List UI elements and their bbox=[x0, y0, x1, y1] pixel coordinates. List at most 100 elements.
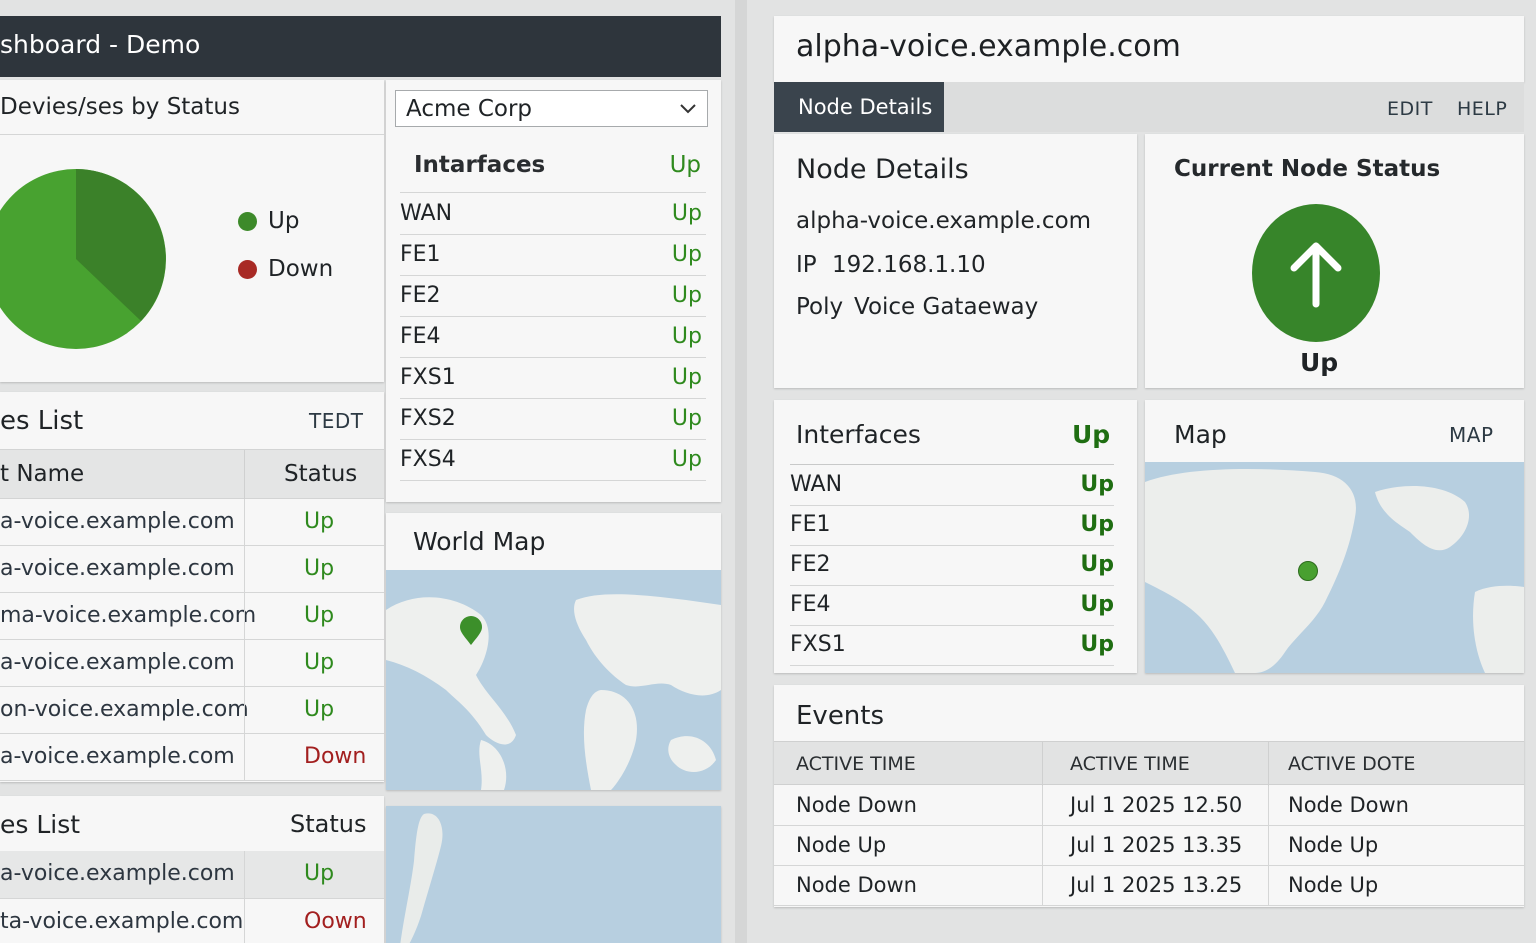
node-map[interactable] bbox=[1145, 462, 1524, 673]
node-status-value: Up bbox=[1300, 348, 1339, 377]
devices-list-col-status: Status bbox=[284, 461, 358, 487]
devices-list-card: es List TEDT t Name Status a-voice.examp… bbox=[0, 392, 384, 782]
device-hostname[interactable]: a-voice.example.com bbox=[0, 744, 235, 769]
node-details-card: Node Details alpha-voice.example.com IP … bbox=[774, 134, 1137, 388]
device-status: Up bbox=[304, 555, 335, 581]
devices-list-edit-link[interactable]: TEDT bbox=[309, 409, 363, 433]
event-name: Node Down bbox=[796, 793, 917, 817]
event-row[interactable]: Node Down Jul 1 2025 13.25 Node Up bbox=[774, 866, 1524, 906]
device-status: Up bbox=[304, 602, 335, 628]
status-up-badge bbox=[1252, 204, 1380, 342]
right-interface-row: FE2 Up bbox=[790, 546, 1114, 586]
node-map-land bbox=[1145, 469, 1524, 673]
interface-name: WAN bbox=[400, 200, 453, 226]
interface-name: FXS1 bbox=[790, 632, 846, 658]
customer-select-value: Acme Corp bbox=[406, 96, 533, 122]
interface-status: Up bbox=[1080, 512, 1114, 538]
events-rows: Node Down Jul 1 2025 12.50 Node Down Node U… bbox=[774, 786, 1524, 906]
node-status-card: Current Node Status Up bbox=[1145, 134, 1524, 388]
device-hostname[interactable]: a-voice.example.com bbox=[0, 650, 235, 675]
interface-status: Up bbox=[1080, 632, 1114, 658]
left-interface-row: WAN Up bbox=[400, 194, 706, 235]
devices-list-title: es List bbox=[0, 406, 84, 436]
events-table-header: ACTIVE TIME ACTIVE TIME ACTIVE DOTE bbox=[774, 741, 1524, 786]
secondary-map[interactable] bbox=[386, 806, 721, 943]
device-row[interactable]: a-voice.example.com Up bbox=[0, 640, 384, 687]
interface-status: Up bbox=[1080, 592, 1114, 618]
help-link[interactable]: HELP bbox=[1457, 98, 1507, 120]
devices-list2-col-status: Status bbox=[290, 810, 367, 838]
interface-status: Up bbox=[671, 323, 702, 349]
interface-name: FE2 bbox=[790, 552, 831, 578]
edit-link[interactable]: EDIT bbox=[1387, 98, 1433, 120]
interface-name: FE2 bbox=[400, 282, 441, 308]
right-interface-row: WAN Up bbox=[790, 466, 1114, 506]
event-type: Node Down bbox=[1288, 793, 1409, 817]
node-details-vendor: Poly bbox=[796, 294, 844, 320]
right-interfaces-header: Interfaces bbox=[796, 420, 921, 449]
left-interface-row: FE1 Up bbox=[400, 235, 706, 276]
node-map-link[interactable]: MAP bbox=[1449, 423, 1494, 447]
world-map-land bbox=[386, 594, 721, 790]
interface-name: WAN bbox=[790, 472, 843, 498]
event-type: Node Up bbox=[1288, 873, 1379, 897]
event-name: Node Up bbox=[796, 833, 887, 857]
tab-node-details[interactable]: Node Details bbox=[774, 82, 944, 132]
device-row[interactable]: a-voice.example.com Up bbox=[0, 546, 384, 593]
interface-name: FXS2 bbox=[400, 405, 456, 431]
interface-name: FE1 bbox=[400, 241, 441, 267]
interface-status: Up bbox=[671, 282, 702, 308]
interface-status: Up bbox=[1080, 552, 1114, 578]
secondary-map-card bbox=[386, 806, 721, 943]
device-row[interactable]: a-voice.example.com Up bbox=[0, 851, 384, 899]
device-row[interactable]: ma-voice.example.com Up bbox=[0, 593, 384, 640]
world-map-card: World Map bbox=[386, 513, 721, 790]
devices-list-header: t Name Status bbox=[0, 449, 384, 500]
left-interfaces-header-status: Up bbox=[669, 152, 701, 178]
device-row[interactable]: a-voice.example.com Down bbox=[0, 734, 384, 781]
node-header: alpha-voice.example.com bbox=[774, 16, 1524, 82]
node-location-marker-icon[interactable] bbox=[1298, 561, 1318, 581]
panel-divider bbox=[735, 0, 747, 943]
device-hostname[interactable]: on-voice.example.com bbox=[0, 697, 249, 722]
left-interface-row: FXS4 Up bbox=[400, 440, 706, 481]
secondary-map-land bbox=[400, 813, 443, 943]
interface-status: Up bbox=[671, 364, 702, 390]
node-details-model: Voice Gataeway bbox=[854, 294, 1039, 320]
left-interfaces-header: Intarfaces bbox=[414, 152, 546, 178]
device-row[interactable]: a-voice.example.com Up bbox=[0, 499, 384, 546]
device-hostname[interactable]: ma-voice.example.com bbox=[0, 603, 256, 628]
device-hostname[interactable]: a-voice.example.com bbox=[0, 509, 235, 534]
device-hostname[interactable]: a-voice.example.com bbox=[0, 556, 235, 581]
world-map[interactable] bbox=[386, 570, 721, 790]
device-row[interactable]: on-voice.example.com Up bbox=[0, 687, 384, 734]
legend-label-down: Down bbox=[268, 256, 334, 282]
event-time: Jul 1 2025 13.25 bbox=[1070, 873, 1243, 897]
left-interfaces-card: Acme Corp Intarfaces Up WAN Up FE1 Up FE2 Up F… bbox=[386, 80, 721, 502]
event-row[interactable]: Node Up Jul 1 2025 13.35 Node Up bbox=[774, 826, 1524, 866]
interface-name: FE4 bbox=[790, 592, 831, 618]
node-tabs-bar: Node Details EDIT HELP bbox=[774, 82, 1524, 132]
event-row[interactable]: Node Down Jul 1 2025 12.50 Node Down bbox=[774, 786, 1524, 826]
right-interface-row: FE1 Up bbox=[790, 506, 1114, 546]
events-card: Events ACTIVE TIME ACTIVE TIME ACTIVE DO… bbox=[774, 685, 1524, 907]
right-interfaces-list: WAN Up FE1 Up FE2 Up FE4 Up FXS1 Up bbox=[790, 466, 1114, 666]
device-status: Oown bbox=[304, 909, 367, 934]
node-map-card: Map MAP bbox=[1145, 400, 1524, 673]
node-details-ip-label: IP bbox=[796, 252, 817, 278]
interface-status: Up bbox=[671, 200, 702, 226]
customer-select[interactable]: Acme Corp bbox=[395, 90, 708, 127]
node-details-title: Node Details bbox=[796, 154, 969, 185]
devices-by-status-title: Devies/ses by Status bbox=[0, 94, 240, 120]
left-interface-row: FE2 Up bbox=[400, 276, 706, 317]
right-interface-row: FE4 Up bbox=[790, 586, 1114, 626]
node-details-hostname: alpha-voice.example.com bbox=[796, 208, 1092, 234]
device-row[interactable]: ta-voice.example.com Oown bbox=[0, 899, 384, 943]
device-hostname[interactable]: a-voice.example.com bbox=[0, 861, 235, 886]
devices-list2-rows: a-voice.example.com Up ta-voice.example.co… bbox=[0, 851, 384, 943]
node-map-title: Map bbox=[1174, 420, 1227, 449]
legend-dot-down bbox=[238, 260, 257, 279]
map-location-pin-icon[interactable] bbox=[458, 616, 484, 646]
device-hostname[interactable]: ta-voice.example.com bbox=[0, 909, 243, 934]
left-interface-row: FE4 Up bbox=[400, 317, 706, 358]
